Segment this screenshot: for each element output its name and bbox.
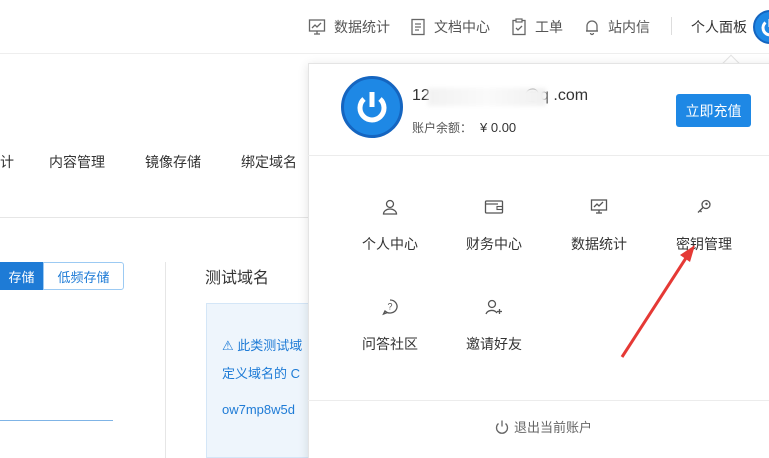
annotation-arrow	[620, 245, 695, 358]
